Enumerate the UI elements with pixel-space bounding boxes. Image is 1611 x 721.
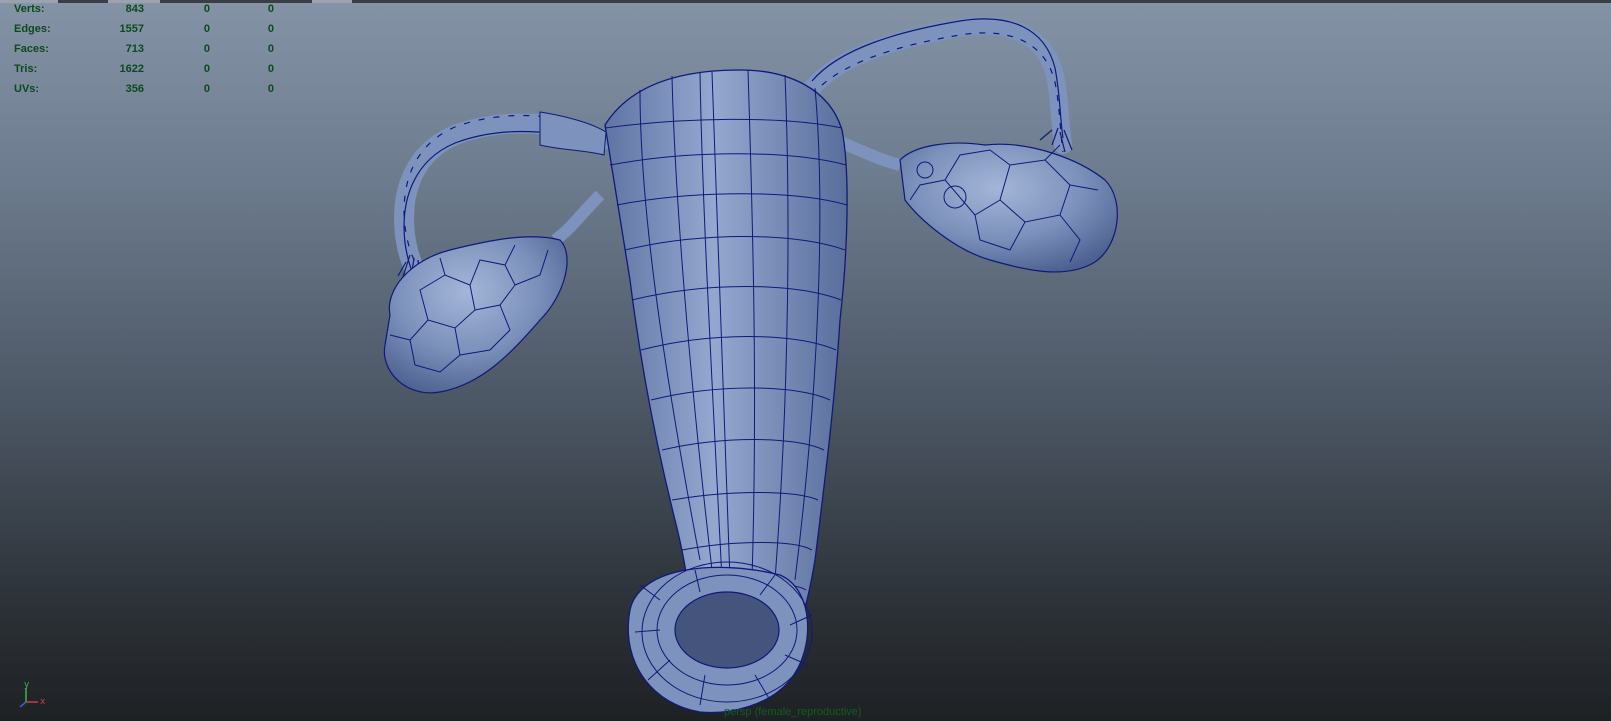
- hud-label: Tris:: [14, 63, 38, 75]
- hud-value: 0: [267, 23, 274, 35]
- hud-value: 0: [267, 63, 274, 75]
- right-fallopian-tube: [803, 16, 1073, 154]
- hud-value: 0: [203, 43, 210, 55]
- hud-label: Verts:: [14, 3, 45, 15]
- camera-name-label: persp (female_reproductive): [724, 706, 862, 718]
- hud-value: 713: [125, 43, 144, 55]
- hud-value: 0: [203, 3, 210, 15]
- hud-label: UVs:: [14, 83, 40, 95]
- hud-label: Edges:: [14, 23, 51, 35]
- hud-value: 0: [267, 3, 274, 15]
- viewport-3d[interactable]: Verts: 843 0 0 Edges: 1557 0 0 Faces: 71…: [0, 0, 1611, 721]
- hud-value: 843: [125, 3, 144, 15]
- hud-value: 356: [125, 83, 144, 95]
- hud-label: Faces:: [14, 43, 49, 55]
- hud-value: 0: [203, 23, 210, 35]
- hud-value: 0: [267, 43, 274, 55]
- cervix-ring: [627, 561, 813, 714]
- hud-value: 0: [267, 83, 274, 95]
- left-ovary: [383, 190, 605, 394]
- hud-value: 0: [203, 63, 210, 75]
- axis-x-label: x: [40, 697, 46, 707]
- axis-y-label: y: [24, 682, 30, 690]
- hud-value: 0: [203, 83, 210, 95]
- right-ovary: [832, 134, 1118, 273]
- uterus-body: [604, 69, 848, 626]
- hud-value: 1622: [119, 63, 144, 75]
- hud-value: 1557: [119, 23, 144, 35]
- axis-gizmo-icon: y x: [19, 682, 46, 708]
- uterus-mesh-model[interactable]: [0, 0, 1611, 721]
